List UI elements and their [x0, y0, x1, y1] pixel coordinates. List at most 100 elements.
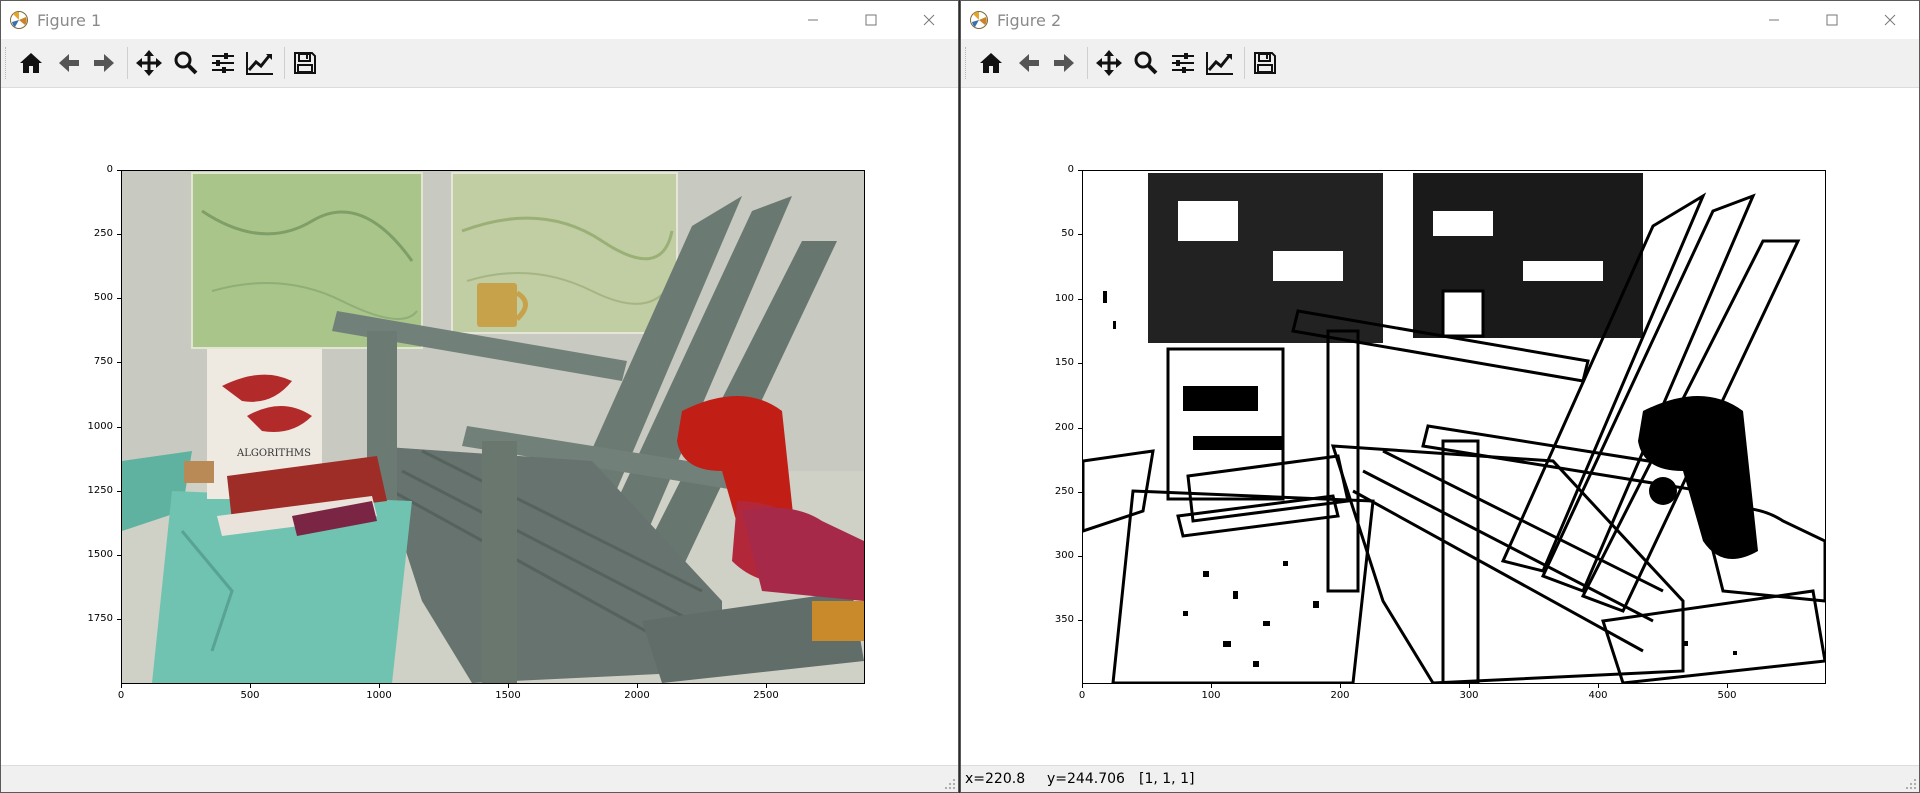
status-bar [1, 765, 958, 792]
navigation-toolbar [1, 39, 958, 88]
x-tick-mark [508, 684, 509, 688]
title-bar[interactable]: Figure 1 [1, 1, 958, 39]
forward-button[interactable] [1047, 47, 1081, 79]
y-tick-label: 200 [1054, 422, 1074, 433]
y-tick-label: 250 [93, 228, 113, 239]
y-tick-mark [1078, 556, 1082, 557]
pan-button[interactable] [1092, 47, 1126, 79]
y-tick-mark [117, 619, 121, 620]
toolbar-grip[interactable] [5, 47, 9, 79]
y-tick-mark [1078, 363, 1082, 364]
color-image[interactable]: ALGORITHMS [121, 170, 865, 684]
edit-axes-icon [1206, 52, 1233, 75]
y-tick-mark [117, 362, 121, 363]
x-tick-mark [250, 684, 251, 688]
save-button[interactable] [288, 47, 322, 79]
figure-canvas[interactable]: 0 50 100 150 200 250 300 350 0 100 200 300 400 500 [961, 88, 1919, 766]
y-tick-mark [1078, 428, 1082, 429]
maximize-button[interactable] [842, 1, 900, 39]
x-tick-mark [379, 684, 380, 688]
y-tick-label: 1000 [87, 421, 113, 432]
pan-button[interactable] [132, 47, 166, 79]
zoom-button[interactable] [1129, 47, 1163, 79]
configure-subplots-button[interactable] [206, 47, 240, 79]
toolbar-separator [127, 47, 128, 79]
resize-grip-icon[interactable] [1905, 778, 1917, 790]
y-tick-mark [1078, 170, 1082, 171]
save-icon [294, 52, 316, 74]
zoom-icon [174, 51, 198, 75]
x-tick-label: 0 [1078, 690, 1086, 701]
y-tick-mark [1078, 299, 1082, 300]
y-tick-label: 0 [1067, 164, 1074, 175]
x-tick-label: 1000 [366, 690, 392, 701]
home-button[interactable] [974, 47, 1008, 79]
zoom-button[interactable] [169, 47, 203, 79]
forward-icon [94, 54, 114, 72]
back-button[interactable] [1012, 47, 1046, 79]
forward-icon [1054, 54, 1074, 72]
maximize-icon [865, 14, 877, 26]
y-tick-mark [1078, 234, 1082, 235]
x-tick-label: 2500 [753, 690, 779, 701]
close-icon [1884, 14, 1896, 26]
y-tick-label: 1500 [87, 549, 113, 560]
x-tick-mark [121, 684, 122, 688]
home-icon [20, 53, 42, 73]
y-tick-label: 350 [1054, 614, 1074, 625]
title-bar[interactable]: Figure 2 [961, 1, 1919, 39]
save-button[interactable] [1248, 47, 1282, 79]
back-icon [59, 54, 79, 72]
edit-axes-button[interactable] [1203, 47, 1237, 79]
y-tick-mark [117, 491, 121, 492]
y-tick-label: 250 [1054, 486, 1074, 497]
minimize-button[interactable] [784, 1, 842, 39]
home-icon [980, 53, 1002, 73]
pixel-value-readout: [1, 1, 1] [1139, 771, 1195, 787]
pan-icon [136, 50, 162, 76]
x-tick-label: 200 [1330, 690, 1350, 701]
status-bar: x=220.8 y=244.706 [1, 1, 1] [961, 765, 1919, 792]
save-icon [1254, 52, 1276, 74]
configure-subplots-button[interactable] [1166, 47, 1200, 79]
y-tick-label: 150 [1054, 357, 1074, 368]
figure-1-window: Figure 1 ALGORITHMS 0 250 500 750 1000 1… [0, 0, 959, 793]
y-tick-label: 100 [1054, 293, 1074, 304]
y-tick-mark [117, 234, 121, 235]
back-icon [1019, 54, 1039, 72]
figure-canvas[interactable]: ALGORITHMS 0 250 500 750 1000 1250 1500 1750 0 50… [1, 88, 958, 766]
y-tick-mark [117, 427, 121, 428]
x-tick-label: 2000 [624, 690, 650, 701]
toolbar-separator [284, 47, 285, 79]
zoom-icon [1134, 51, 1158, 75]
x-tick-mark [637, 684, 638, 688]
x-tick-label: 0 [117, 690, 125, 701]
edit-axes-button[interactable] [243, 47, 277, 79]
y-tick-label: 1750 [87, 613, 113, 624]
x-tick-mark [1598, 684, 1599, 688]
back-button[interactable] [52, 47, 86, 79]
close-button[interactable] [1861, 1, 1919, 39]
thresholded-chair-image [1083, 171, 1825, 683]
minimize-icon [808, 19, 818, 21]
cursor-y-readout: y=244.706 [1047, 771, 1125, 787]
resize-grip-icon[interactable] [944, 778, 956, 790]
x-tick-mark [1211, 684, 1212, 688]
toolbar-grip[interactable] [965, 47, 969, 79]
maximize-button[interactable] [1803, 1, 1861, 39]
close-button[interactable] [900, 1, 958, 39]
x-tick-label: 500 [1717, 690, 1737, 701]
configure-subplots-icon [212, 53, 234, 73]
cursor-x-readout: x=220.8 [965, 771, 1026, 787]
book-cover-text: ALGORITHMS [236, 448, 311, 459]
forward-button[interactable] [87, 47, 121, 79]
y-tick-mark [117, 555, 121, 556]
minimize-button[interactable] [1745, 1, 1803, 39]
home-button[interactable] [14, 47, 48, 79]
maximize-icon [1826, 14, 1838, 26]
x-tick-mark [1469, 684, 1470, 688]
window-title: Figure 1 [37, 11, 102, 30]
x-tick-mark [1082, 684, 1083, 688]
y-tick-mark [117, 298, 121, 299]
binary-image[interactable] [1082, 170, 1826, 684]
